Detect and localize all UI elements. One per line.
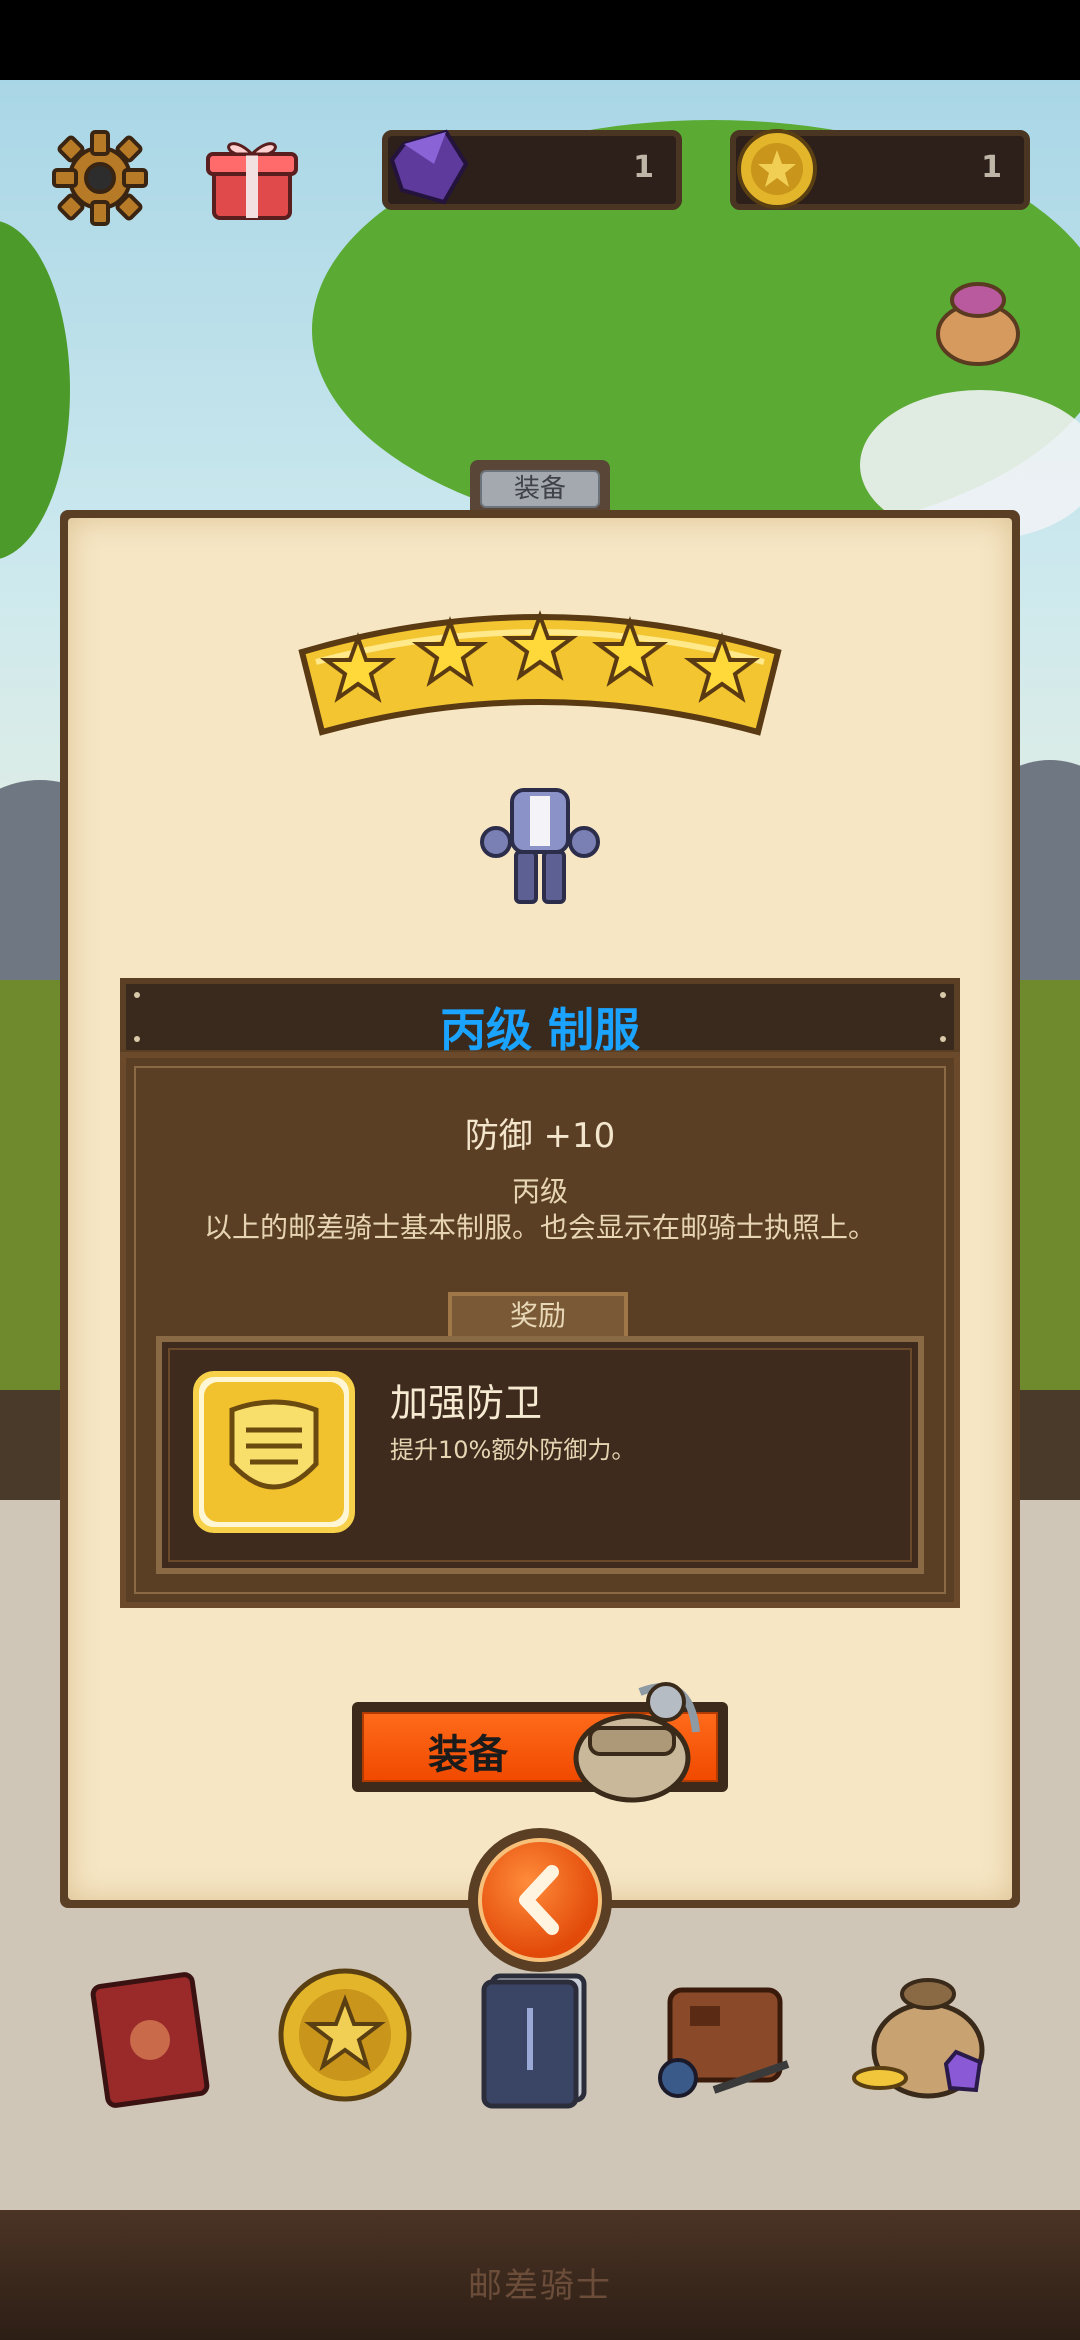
item-title: 丙级 制服 — [439, 1003, 640, 1057]
gem-counter: 1 — [382, 129, 682, 210]
item-stat: 防御 +10 — [464, 1116, 616, 1156]
item-title-bar: 丙级 制服 — [120, 978, 960, 1057]
reward-bag-icon[interactable] — [928, 270, 1028, 370]
satchel-icon[interactable] — [654, 1960, 804, 2110]
star-coin-icon[interactable] — [270, 1960, 420, 2110]
item-description: 以上的邮差骑士基本制服。也会显示在邮骑士执照上。 — [203, 1211, 876, 1244]
reward-name: 加强防卫 — [390, 1381, 543, 1425]
gem-icon — [389, 129, 469, 205]
gem-count: 1 — [633, 150, 654, 185]
reward-tab: 奖励 — [448, 1292, 628, 1340]
book-icon[interactable] — [80, 1960, 230, 2110]
card-deck-icon[interactable] — [462, 1960, 612, 2110]
footer-title: 邮差骑士 — [468, 2266, 612, 2306]
game-scene: 邮差骑士 1 1 装备 丙级 制服 防御 +10 丙级 以上的邮差骑士基本制服。… — [0, 0, 1080, 2340]
gear-icon — [52, 130, 148, 226]
equip-button-label: 装备 — [428, 1732, 508, 1778]
chevron-left-icon — [519, 1865, 559, 1935]
reward-description: 提升10%额外防御力。 — [390, 1436, 636, 1464]
panel-tab: 装备 — [470, 460, 610, 514]
settings-button[interactable] — [48, 126, 152, 230]
treasure-bag-icon[interactable] — [850, 1960, 1000, 2110]
back-button[interactable] — [468, 1828, 612, 1972]
panel-tab-label: 装备 — [480, 470, 600, 508]
coin-counter: 1 — [730, 129, 1030, 210]
gift-button[interactable] — [200, 126, 304, 230]
coin-count: 1 — [981, 150, 1002, 185]
item-grade: 丙级 — [511, 1175, 568, 1208]
gift-icon — [206, 142, 298, 220]
star-rating-banner — [298, 610, 782, 736]
back-button-face — [478, 1838, 602, 1962]
status-bar — [0, 0, 1080, 80]
shield-icon — [193, 1371, 355, 1533]
satchel-icon — [573, 1682, 700, 1803]
coin-icon — [737, 129, 817, 209]
uniform-character-icon — [480, 788, 600, 904]
